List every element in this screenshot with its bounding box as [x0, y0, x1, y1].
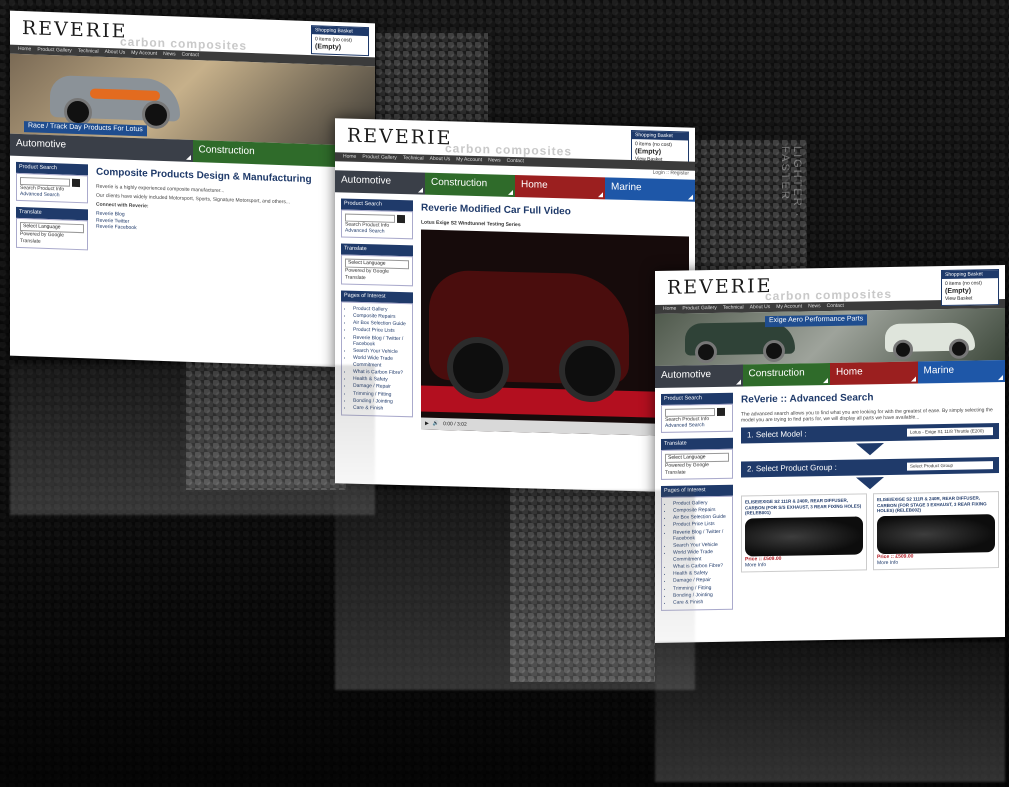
volume-icon[interactable]: 🔊: [433, 420, 439, 426]
page-reflection: [10, 365, 375, 515]
more-info-button[interactable]: More Info: [745, 561, 863, 569]
category-construction[interactable]: Construction: [425, 172, 515, 197]
video-player[interactable]: ▶ 🔊 0:00 / 3:02: [421, 229, 689, 437]
panel-slogan: LIGHTER · FASTER: [779, 146, 803, 219]
product-title[interactable]: ELISE/EXIGE S2 111R & 240R, REAR DIFFUSE…: [745, 497, 863, 516]
product-group-select[interactable]: Select Product Group: [907, 461, 993, 471]
category-automotive[interactable]: Automotive: [655, 364, 743, 389]
powered-by-google: Powered by Google Translate: [20, 231, 64, 245]
category-automotive[interactable]: Automotive: [335, 170, 425, 195]
search-results: ELISE/EXIGE S2 111R & 240R, REAR DIFFUSE…: [741, 491, 999, 573]
lotus-car-image: [50, 75, 180, 130]
poi-link[interactable]: Reverie Blog / Twitter / Facebook: [353, 334, 409, 348]
nav-gallery[interactable]: Product Gallery: [37, 47, 71, 54]
nav-about[interactable]: About Us: [105, 49, 126, 56]
category-home[interactable]: Home: [515, 175, 605, 200]
main-content: Composite Products Design & Manufacturin…: [96, 165, 369, 266]
search-icon[interactable]: [717, 407, 725, 416]
nav-about[interactable]: About Us: [750, 304, 771, 311]
product-title[interactable]: ELISE/EXIGE S2 111R & 240R, REAR DIFFUSE…: [877, 495, 995, 514]
main-content: ReVerie :: Advanced Search The advanced …: [741, 388, 999, 616]
race-car-video-frame: [429, 269, 629, 403]
exige-race-car-image: [885, 322, 975, 360]
nav-home[interactable]: Home: [343, 154, 356, 161]
main-content: Reverie Modified Car Full Video Lotus Ex…: [421, 201, 689, 437]
nav-home[interactable]: Home: [18, 46, 31, 53]
search-icon[interactable]: [397, 214, 405, 223]
exige-car-image: [685, 321, 795, 364]
product-card[interactable]: ELISE/EXIGE S2 111R & 240R, REAR DIFFUSE…: [873, 491, 999, 571]
powered-by-google: Powered by Google Translate: [345, 267, 389, 281]
video-controls: ▶ 🔊 0:00 / 3:02: [421, 417, 689, 437]
category-marine[interactable]: Marine: [917, 359, 1005, 384]
login-register-link[interactable]: Login :: Register: [653, 170, 689, 177]
rear-diffuser-image[interactable]: [745, 516, 863, 557]
video-time: 0:00 / 3:02: [443, 420, 467, 428]
nav-about[interactable]: About Us: [430, 156, 451, 163]
nav-news[interactable]: News: [163, 51, 176, 58]
website-screenshot-home: REVERIE carbon composites Shopping Baske…: [10, 10, 375, 369]
sidebar: Product Search Search Product Info Advan…: [16, 161, 88, 256]
page-heading: ReVerie :: Advanced Search: [741, 392, 874, 406]
shopping-basket[interactable]: Shopping Basket 0 items (no cost) (Empty…: [941, 269, 999, 306]
site-header: REVERIE carbon composites Shopping Baske…: [655, 265, 1005, 306]
page-reflection: [335, 490, 695, 690]
page-reflection: [655, 642, 1005, 782]
shopping-basket[interactable]: Shopping Basket 0 items (no cost) (Empty…: [311, 25, 369, 57]
view-basket-link[interactable]: View Basket: [945, 295, 995, 302]
reverie-logo[interactable]: REVERIE: [667, 275, 772, 301]
nav-contact[interactable]: Contact: [182, 52, 199, 59]
reverie-logo[interactable]: REVERIE: [22, 17, 127, 44]
category-marine[interactable]: Marine: [605, 177, 695, 202]
down-arrow-icon: [856, 477, 884, 490]
step1-label: 1. Select Model :: [747, 429, 807, 440]
nav-technical[interactable]: Technical: [723, 305, 744, 312]
nav-home[interactable]: Home: [663, 306, 676, 312]
category-construction[interactable]: Construction: [742, 363, 830, 387]
search-icon[interactable]: [72, 178, 80, 187]
nav-technical[interactable]: Technical: [78, 48, 99, 55]
search-intro: The advanced search allows you to find w…: [741, 406, 993, 424]
brand-tagline: carbon composites: [765, 286, 893, 304]
nav-contact[interactable]: Contact: [507, 158, 524, 165]
nav-account[interactable]: My Account: [456, 157, 482, 164]
down-arrow-icon: [856, 443, 884, 456]
nav-account[interactable]: My Account: [131, 50, 157, 57]
advanced-search-link[interactable]: Advanced Search: [20, 191, 84, 199]
select-model-step: 1. Select Model : Lotus - Exige S1 11/8 …: [741, 423, 999, 444]
carbon-panel: LIGHTER · FASTER: [692, 140, 807, 270]
select-group-step: 2. Select Product Group : Select Product…: [741, 457, 999, 478]
website-screenshot-video: REVERIE carbon composites Shopping Baske…: [335, 118, 695, 493]
nav-news[interactable]: News: [488, 158, 501, 165]
hero-caption[interactable]: Exige Aero Performance Parts: [765, 314, 868, 327]
rear-diffuser-image[interactable]: [877, 513, 995, 555]
reverie-logo[interactable]: REVERIE: [347, 125, 452, 152]
more-info-button[interactable]: More Info: [877, 558, 995, 566]
basket-empty: (Empty): [315, 42, 342, 51]
category-home[interactable]: Home: [830, 361, 918, 385]
nav-account[interactable]: My Account: [776, 304, 802, 311]
nav-technical[interactable]: Technical: [403, 155, 424, 162]
nav-gallery[interactable]: Product Gallery: [362, 154, 396, 161]
advanced-search-link[interactable]: Advanced Search: [345, 228, 409, 236]
play-icon[interactable]: ▶: [425, 420, 429, 426]
advanced-search-link[interactable]: Advanced Search: [665, 422, 729, 429]
nav-contact[interactable]: Contact: [827, 303, 844, 310]
hero-banner: Race / Track Day Products For Lotus: [10, 53, 375, 147]
website-screenshot-advanced-search: REVERIE carbon composites Shopping Baske…: [655, 264, 1005, 644]
product-card[interactable]: ELISE/EXIGE S2 111R & 240R, REAR DIFFUSE…: [741, 493, 867, 573]
nav-gallery[interactable]: Product Gallery: [682, 305, 716, 312]
powered-by-google: Powered by Google Translate: [665, 462, 709, 476]
model-select[interactable]: Lotus - Exige S1 11/8 Throttle (E200): [907, 427, 993, 437]
nav-news[interactable]: News: [808, 304, 821, 310]
hero-banner: Exige Aero Performance Parts: [655, 307, 1005, 367]
step2-label: 2. Select Product Group :: [747, 462, 837, 474]
